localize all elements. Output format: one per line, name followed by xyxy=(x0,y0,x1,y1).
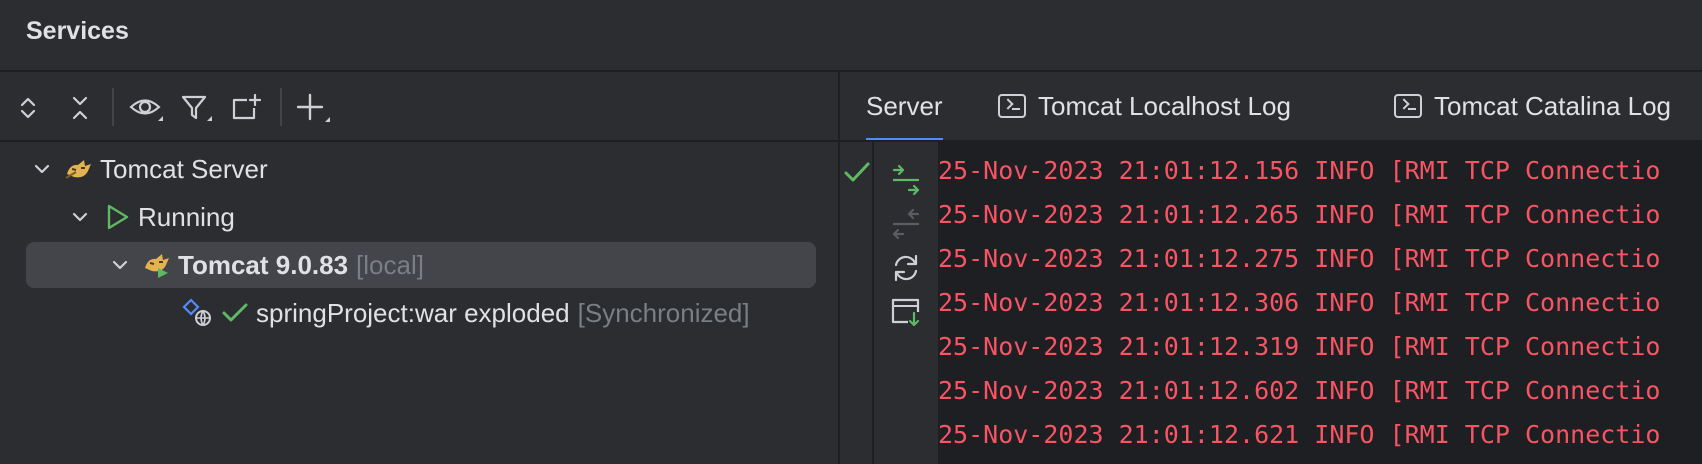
services-toolbar xyxy=(0,72,838,142)
log-line: 25-Nov-2023 21:01:12.319 INFO [RMI TCP C… xyxy=(938,332,1661,361)
tomcat-running-icon xyxy=(142,250,172,280)
filter-icon[interactable] xyxy=(178,90,214,126)
web-artifact-icon xyxy=(182,298,214,328)
chevron-down-icon[interactable] xyxy=(68,205,92,229)
tree-node-artifact[interactable]: springProject:war exploded [Synchronized… xyxy=(182,290,750,336)
log-line: 25-Nov-2023 21:01:12.265 INFO [RMI TCP C… xyxy=(938,200,1661,229)
eye-icon[interactable] xyxy=(128,90,164,126)
status-gutter xyxy=(840,142,874,464)
success-check-icon xyxy=(844,162,870,182)
server-output-pane: Server Tomcat Localhost Log Tomcat Catal… xyxy=(840,72,1702,464)
tree-label-instance-suffix: [local] xyxy=(356,249,424,280)
services-title-bar: Services xyxy=(0,0,1702,72)
terminal-icon xyxy=(998,94,1026,118)
tree-node-tomcat-instance[interactable]: Tomcat 9.0.83 [local] xyxy=(26,242,816,288)
new-group-icon[interactable] xyxy=(228,90,264,126)
scroll-to-end-icon[interactable] xyxy=(888,294,924,330)
output-tabs: Server Tomcat Localhost Log Tomcat Catal… xyxy=(840,72,1702,142)
log-line: 25-Nov-2023 21:01:12.306 INFO [RMI TCP C… xyxy=(938,288,1661,317)
services-tree: Tomcat Server Running Tomcat 9.0.83 [loc… xyxy=(0,142,838,464)
toolbar-separator xyxy=(280,88,282,126)
tree-label-instance: Tomcat 9.0.83 xyxy=(178,249,349,280)
tree-node-running[interactable]: Running xyxy=(68,194,235,240)
deploy-icon[interactable] xyxy=(888,162,924,198)
server-actions-bar xyxy=(874,142,938,464)
chevron-down-icon[interactable] xyxy=(30,157,54,181)
services-tree-pane: Tomcat Server Running Tomcat 9.0.83 [loc… xyxy=(0,72,840,464)
tab-label: Tomcat Localhost Log xyxy=(1038,90,1291,121)
tab-tomcat-catalina-log[interactable]: Tomcat Catalina Log xyxy=(1394,72,1671,140)
tab-label: Tomcat Catalina Log xyxy=(1434,90,1672,121)
log-line: 25-Nov-2023 21:01:12.602 INFO [RMI TCP C… xyxy=(938,376,1661,405)
tree-node-tomcat-server[interactable]: Tomcat Server xyxy=(30,146,268,192)
tree-label-artifact: springProject:war exploded xyxy=(256,297,570,328)
log-line: 25-Nov-2023 21:01:12.621 INFO [RMI TCP C… xyxy=(938,420,1661,449)
tree-label-artifact-status: [Synchronized] xyxy=(577,297,750,328)
terminal-icon xyxy=(1394,94,1422,118)
chevron-down-icon[interactable] xyxy=(108,253,132,277)
run-icon xyxy=(102,202,132,232)
panel-title: Services xyxy=(26,17,129,45)
collapse-all-icon[interactable] xyxy=(62,90,98,126)
tree-label-running: Running xyxy=(138,201,235,232)
toolbar-separator xyxy=(112,88,114,126)
tree-label-server: Tomcat Server xyxy=(100,153,268,184)
refresh-icon[interactable] xyxy=(888,250,924,286)
server-log-output[interactable]: 25-Nov-2023 21:01:12.156 INFO [RMI TCP C… xyxy=(938,142,1702,464)
tomcat-icon xyxy=(64,154,94,184)
log-line: 25-Nov-2023 21:01:12.156 INFO [RMI TCP C… xyxy=(938,156,1661,185)
tab-server[interactable]: Server xyxy=(866,72,943,140)
add-icon[interactable] xyxy=(296,90,332,126)
tab-tomcat-localhost-log[interactable]: Tomcat Localhost Log xyxy=(998,72,1291,140)
log-line: 25-Nov-2023 21:01:12.275 INFO [RMI TCP C… xyxy=(938,244,1661,273)
tab-label: Server xyxy=(866,90,943,121)
expand-all-icon[interactable] xyxy=(10,90,46,126)
undeploy-icon[interactable] xyxy=(888,206,924,242)
synchronized-check-icon xyxy=(220,298,250,328)
